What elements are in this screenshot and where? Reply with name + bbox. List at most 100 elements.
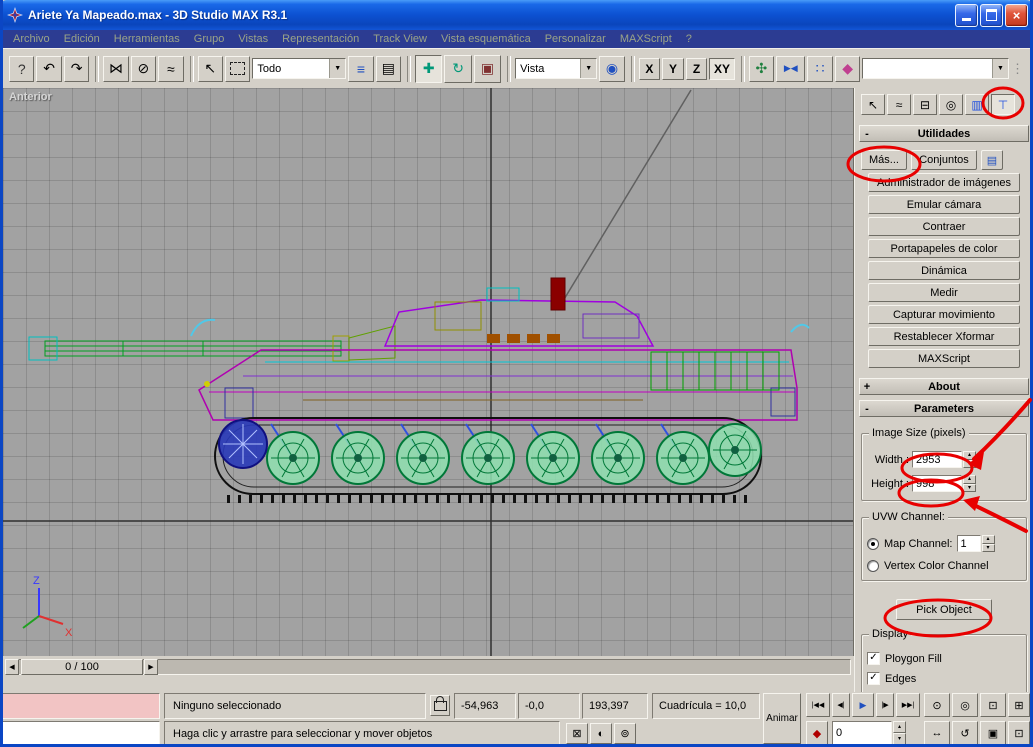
more-utilities-button[interactable]: Más... [861,150,907,170]
menu-archivo[interactable]: Archivo [13,33,50,45]
coordinate-y-field[interactable]: -0,0 [518,693,580,719]
menu-track-view[interactable]: Track View [373,33,427,45]
sets-button[interactable]: Conjuntos [911,150,977,170]
current-frame-field[interactable]: 0 [832,721,892,745]
select-and-rotate-button[interactable]: ↻ [444,54,472,83]
minimize-button[interactable] [955,3,978,27]
spin-up-icon[interactable]: ▴ [963,475,976,484]
tab-display[interactable]: ▥ [965,94,989,115]
degradation-override-toggle[interactable]: ◐ [590,723,612,744]
menu-help[interactable]: ? [686,33,692,45]
snap-toggle[interactable]: ⊚ [614,723,636,744]
utility-camera-match-button[interactable]: Emular cámara [868,195,1020,214]
height-spinner[interactable]: ▴ ▾ [963,475,976,492]
select-filter-button[interactable]: ≡ [348,55,374,82]
pick-object-button[interactable]: Pick Object [896,599,992,620]
use-pivot-center-button[interactable]: ◉ [599,55,625,82]
key-mode-toggle[interactable]: ◆ [806,721,828,745]
vertex-color-radio[interactable] [867,560,879,572]
spin-down-icon[interactable]: ▾ [963,459,976,468]
select-and-scale-button[interactable]: ▣ [473,54,502,83]
next-frame-button[interactable]: |▶ [876,693,894,717]
maxscript-mini-listener-white[interactable] [2,721,160,746]
mirror-button[interactable]: ▶◀ [776,55,806,82]
tab-modify[interactable]: ≈ [887,94,911,115]
polygon-fill-checkbox[interactable]: ✓ [867,652,880,665]
utility-collapse-button[interactable]: Contraer [868,217,1020,236]
tab-motion[interactable]: ◎ [939,94,963,115]
zoom-all-button[interactable]: ◎ [952,693,978,717]
zoom-extents-button[interactable]: ⊡ [980,693,1006,717]
configure-sets-button[interactable]: ▤ [981,150,1003,170]
coordinate-z-field[interactable]: 193,397 [582,693,648,719]
coordinate-x-field[interactable]: -54,963 [454,693,516,719]
undo-button[interactable]: ↶ [36,55,62,82]
crossing-selection-toggle[interactable]: ⊠ [566,723,588,744]
select-and-move-button[interactable]: ✚ [415,54,443,83]
restrict-y-button[interactable]: Y [662,57,684,80]
inverse-kinematics-button[interactable]: ✣ [748,55,775,82]
utility-dynamics-button[interactable]: Dinámica [868,261,1020,280]
front-viewport[interactable]: Anterior Z X [3,88,854,656]
zoom-extents-all-button[interactable]: ⊡ [1008,721,1030,745]
utility-maxscript-button[interactable]: MAXScript [868,349,1020,368]
unlink-button[interactable]: ⊘ [130,55,157,82]
named-selection-dropdown[interactable]: ▼ [862,58,1009,79]
spin-down-icon[interactable]: ▾ [893,733,906,745]
coordinate-system-dropdown[interactable]: Vista ▼ [515,58,598,79]
zoom-region-button[interactable]: ⊞ [1008,693,1030,717]
width-spinner[interactable]: ▴ ▾ [963,451,976,468]
map-channel-radio[interactable] [867,537,879,550]
min-max-toggle-button[interactable]: ▣ [980,721,1006,745]
menu-vista-esquematica[interactable]: Vista esquemática [441,33,531,45]
time-slider-prev-button[interactable]: ◀ [5,659,19,675]
utility-image-manager-button[interactable]: Administrador de imágenes [868,173,1020,192]
select-object-button[interactable]: ↖ [197,55,223,82]
menu-maxscript[interactable]: MAXScript [620,33,672,45]
selection-filter-dropdown[interactable]: Todo ▼ [252,58,347,79]
restrict-xy-plane-button[interactable]: XY [709,57,735,80]
restrict-z-button[interactable]: Z [685,57,708,80]
zoom-button[interactable]: ⊙ [924,693,950,717]
arc-rotate-button[interactable]: ↺ [952,721,978,745]
select-and-link-button[interactable]: ⋈ [103,55,129,82]
maxscript-mini-listener-pink[interactable] [2,693,160,719]
bind-spacewarp-button[interactable]: ≈ [158,55,184,82]
menu-herramientas[interactable]: Herramientas [114,33,180,45]
map-channel-field[interactable]: 1 [956,535,981,552]
go-to-start-button[interactable]: |◀◀ [806,693,830,717]
close-button[interactable]: × [1005,3,1028,27]
utilities-rollout-header[interactable]: - Utilidades [859,125,1029,142]
spin-up-icon[interactable]: ▴ [981,535,995,544]
menu-grupo[interactable]: Grupo [194,33,225,45]
tab-utilities[interactable]: ⊤ [991,94,1015,115]
spin-up-icon[interactable]: ▴ [893,721,906,733]
utility-color-clipboard-button[interactable]: Portapapeles de color [868,239,1020,258]
about-rollout-header[interactable]: + About [859,378,1029,395]
go-to-end-button[interactable]: ▶▶| [896,693,920,717]
menu-personalizar[interactable]: Personalizar [545,33,606,45]
restrict-x-button[interactable]: X [638,57,661,80]
height-field[interactable]: 998 [912,475,962,492]
toolbar-grip-handle[interactable]: ⋮ [1011,61,1024,77]
spin-down-icon[interactable]: ▾ [981,543,995,552]
spin-down-icon[interactable]: ▾ [963,483,976,492]
tab-create[interactable]: ↖ [861,94,885,115]
align-button[interactable]: ◆ [834,55,861,82]
help-mode-button[interactable]: ? [9,55,35,82]
restore-button[interactable] [980,3,1003,27]
menu-vistas[interactable]: Vistas [238,33,268,45]
selection-lock-toggle[interactable] [430,695,450,716]
tab-hierarchy[interactable]: ⊟ [913,94,937,115]
pan-button[interactable]: ↔ [924,721,950,745]
animate-button[interactable]: Animar [763,693,801,744]
selection-region-button[interactable] [224,55,251,82]
width-field[interactable]: 2953 [912,451,962,468]
spin-up-icon[interactable]: ▴ [963,451,976,460]
utility-reset-xform-button[interactable]: Restablecer Xformar [868,327,1020,346]
utility-motion-capture-button[interactable]: Capturar movimiento [868,305,1020,324]
time-slider-handle[interactable]: 0 / 100 [21,659,143,675]
parameters-rollout-header[interactable]: - Parameters [859,400,1029,417]
menu-edicion[interactable]: Edición [64,33,100,45]
array-button[interactable]: ∷ [807,55,833,82]
